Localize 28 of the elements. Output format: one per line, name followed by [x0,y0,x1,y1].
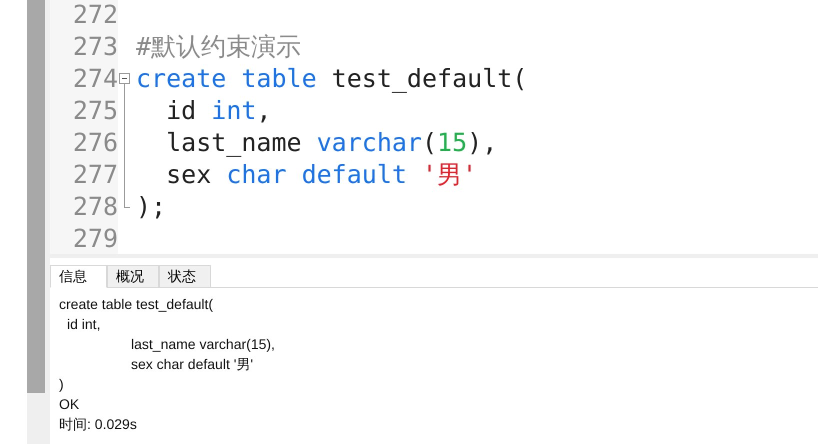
fold-toggle-icon[interactable] [119,73,130,95]
line-number: 277 [72,162,118,187]
fold-end-icon [124,191,130,208]
panel-tab[interactable]: 信息 [50,265,107,288]
output-line: ) [59,375,65,394]
panel-tab[interactable]: 状态 [159,265,211,288]
output-line: last_name varchar(15), [130,335,276,354]
scrollbar-thumb[interactable] [27,0,45,393]
line-number: 279 [72,226,118,251]
code-line: last_name varchar(15), [165,127,498,159]
line-number: 273 [72,34,118,60]
output-line: 时间: 0.029s [59,415,138,434]
line-number: 272 [72,2,118,28]
line-number: 275 [72,98,118,124]
code-line: create table test_default( [136,63,528,95]
code-line: ); [136,191,166,223]
output-line: sex char default '男' [130,355,254,374]
output-line: id int, [66,315,102,334]
output-line: create table test_default( [59,295,214,314]
code-editor[interactable]: 272 273 274 275 276 277 278 279 #默认约束演示 create table test_default( id int, last_name varchar(15), sex char default '男' ); [50,0,818,258]
panel-tab[interactable]: 概况 [107,265,159,288]
code-line: id int, [165,95,272,127]
line-number: 278 [72,194,118,219]
line-number: 276 [72,130,118,155]
output-line: OK [59,395,80,414]
code-line: sex char default '男' [165,159,478,191]
code-line: #默认约束演示 [136,31,302,63]
line-number: 274 [72,66,118,92]
